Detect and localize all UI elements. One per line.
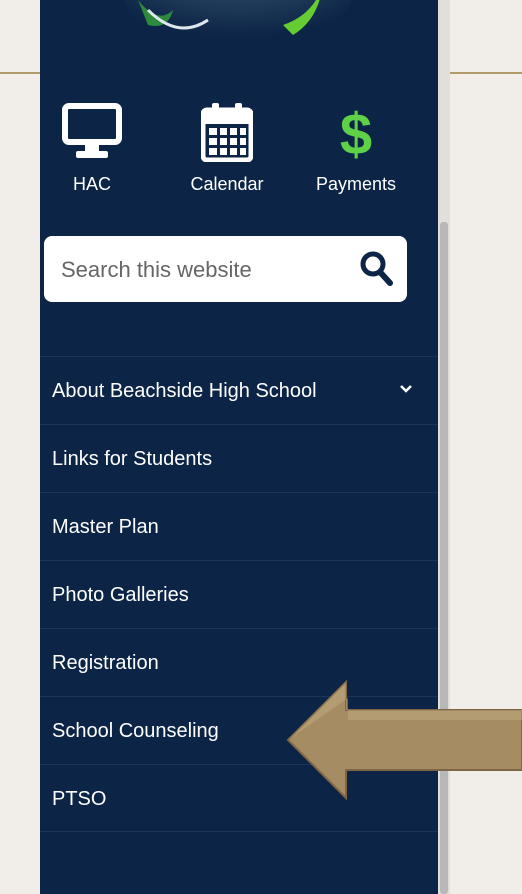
search-icon[interactable] [359, 250, 393, 286]
decorative-rule-left [0, 72, 40, 74]
quick-link-hac[interactable]: HAC [56, 102, 128, 195]
quick-link-label: Payments [315, 174, 397, 194]
dollar-sign-icon: $ [340, 102, 372, 162]
search-input[interactable] [59, 249, 353, 291]
quick-links: HAC Calendar $ Payments [40, 102, 438, 212]
monitor-icon [62, 103, 122, 158]
nav-item-photo-galleries[interactable]: Photo Galleries [40, 560, 438, 628]
nav-item-label: PTSO [52, 788, 107, 810]
chevron-down-icon[interactable] [400, 384, 412, 394]
school-logo-icon [124, 0, 352, 50]
quick-link-label: Calendar [190, 174, 264, 194]
decorative-rule-right [448, 72, 522, 74]
nav-item-label: Links for Students [52, 448, 213, 470]
nav-item-links-for-students[interactable]: Links for Students [40, 424, 438, 492]
nav-item-label: Photo Galleries [52, 584, 189, 606]
left-arrow-icon [286, 680, 522, 800]
quick-link-calendar[interactable]: Calendar [174, 102, 280, 195]
quick-link-payments[interactable]: $ Payments [304, 102, 408, 195]
nav-item-label: Master Plan [52, 516, 159, 538]
svg-text:$: $ [340, 102, 372, 162]
nav-item-label: About Beachside High School [52, 380, 317, 402]
quick-link-label: HAC [72, 174, 111, 194]
nav-item-label: Registration [52, 652, 159, 674]
nav-item-label: School Counseling [52, 720, 219, 742]
calendar-icon [201, 103, 253, 162]
nav-item-about[interactable]: About Beachside High School [40, 356, 438, 424]
search-box [44, 236, 407, 302]
nav-item-master-plan[interactable]: Master Plan [40, 492, 438, 560]
